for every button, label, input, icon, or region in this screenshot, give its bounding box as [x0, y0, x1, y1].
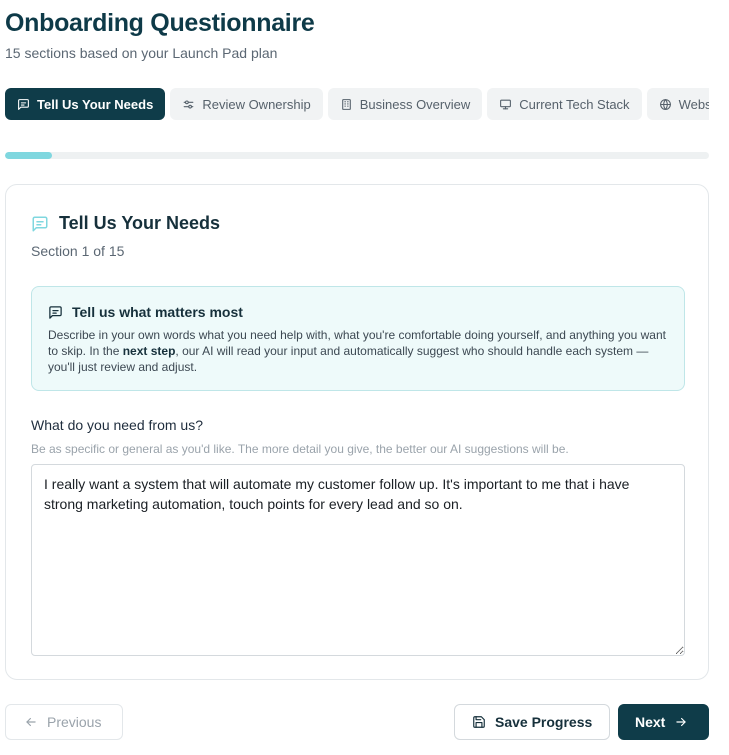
save-progress-label: Save Progress	[495, 714, 593, 730]
needs-textarea[interactable]: I really want a system that will automat…	[31, 464, 685, 656]
section-counter: Section 1 of 15	[31, 243, 125, 259]
callout-emphasis: next step	[122, 344, 176, 358]
info-callout: Tell us what matters most Describe in yo…	[31, 286, 685, 391]
tab-review-ownership[interactable]: Review Ownership	[170, 88, 323, 120]
page-title: Onboarding Questionnaire	[5, 9, 315, 37]
section-tabs: Tell Us Your Needs Review Ownership Busi…	[5, 88, 709, 120]
tab-label: Business Overview	[359, 96, 471, 112]
arrow-right-icon	[676, 717, 687, 727]
previous-button[interactable]: Previous	[5, 704, 123, 740]
tab-current-tech-stack[interactable]: Current Tech Stack	[487, 88, 642, 120]
globe-icon	[659, 98, 671, 110]
page-subtitle: 15 sections based on your Launch Pad pla…	[5, 45, 278, 61]
needs-field-hint: Be as specific or general as you'd like.…	[31, 442, 569, 456]
arrow-left-icon	[26, 717, 36, 727]
section-header: Tell Us Your Needs	[31, 213, 220, 234]
tab-label: Website	[678, 96, 709, 112]
callout-body: Describe in your own words what you need…	[48, 327, 668, 375]
building-icon	[341, 98, 351, 110]
next-label: Next	[635, 714, 666, 730]
callout-title: Tell us what matters most	[72, 304, 243, 320]
tab-label: Tell Us Your Needs	[37, 96, 154, 112]
tab-label: Current Tech Stack	[519, 96, 630, 112]
message-square-icon	[32, 216, 48, 231]
save-icon	[473, 716, 485, 728]
sliders-icon	[183, 99, 194, 109]
monitor-icon	[500, 99, 512, 109]
message-square-icon	[49, 305, 62, 319]
next-button[interactable]: Next	[618, 704, 709, 740]
tab-tell-us-your-needs[interactable]: Tell Us Your Needs	[5, 88, 166, 120]
progress-bar	[5, 152, 709, 159]
save-progress-button[interactable]: Save Progress	[454, 704, 610, 740]
section-title: Tell Us Your Needs	[59, 213, 221, 233]
progress-fill	[5, 152, 52, 159]
needs-field-label: What do you need from us?	[31, 417, 203, 433]
tab-website[interactable]: Website	[646, 88, 709, 120]
tab-business-overview[interactable]: Business Overview	[327, 88, 483, 120]
previous-label: Previous	[47, 714, 102, 730]
section-card: Tell Us Your Needs Section 1 of 15 Tell …	[5, 184, 709, 680]
tab-label: Review Ownership	[202, 96, 311, 112]
message-square-icon	[18, 98, 29, 110]
